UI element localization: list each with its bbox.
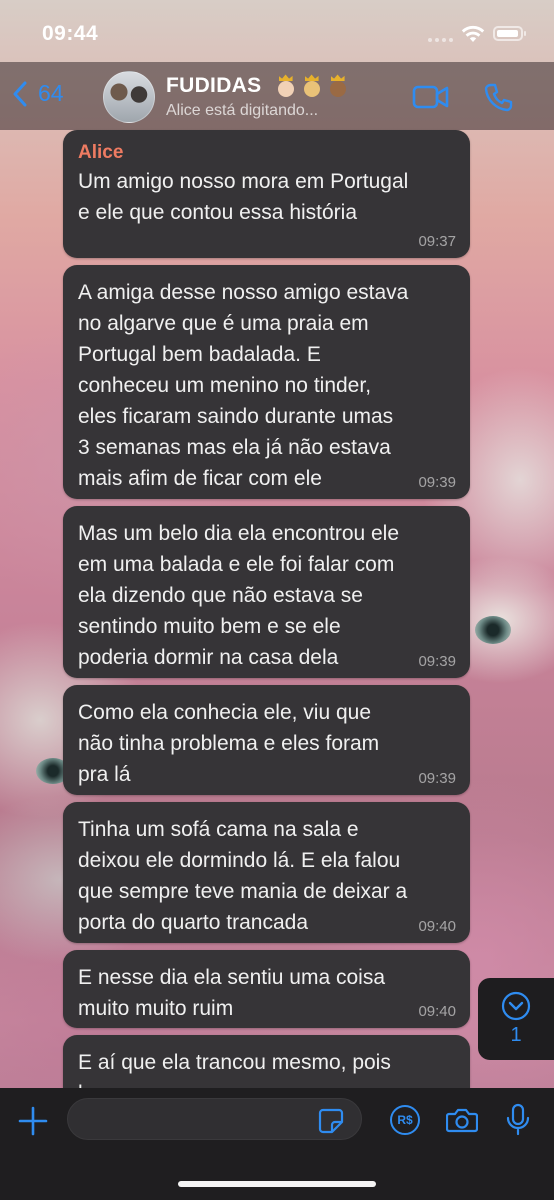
message-bubble[interactable]: Tinha um sofá cama na sala e deixou ele … — [63, 802, 470, 943]
wifi-icon — [461, 25, 485, 42]
status-time: 09:44 — [42, 22, 99, 45]
home-indicator[interactable] — [178, 1181, 376, 1187]
chevron-left-icon — [13, 81, 27, 106]
group-avatar[interactable] — [103, 71, 155, 123]
message-time: 09:39 — [418, 770, 456, 787]
message-bubble[interactable]: Mas um belo dia ela encontrou ele em uma… — [63, 506, 470, 678]
group-title[interactable]: FUDIDAS — [166, 74, 348, 98]
unread-count-badge: 1 — [510, 1024, 522, 1046]
message-text: E nesse dia ela sentiu uma coisa muito m… — [78, 966, 386, 1020]
message-bubble[interactable]: Como ela conhecia ele, viu que não tinha… — [63, 685, 470, 795]
cellular-signal-icon — [428, 38, 453, 42]
microphone-icon[interactable] — [506, 1103, 530, 1137]
princess-emoji-icon — [302, 74, 322, 98]
message-bubble[interactable]: A amiga desse nosso amigo estava no alga… — [63, 265, 470, 499]
wallpaper-cat-eye — [475, 616, 511, 644]
message-time: 09:39 — [418, 653, 456, 670]
message-text: Tinha um sofá cama na sala e deixou ele … — [78, 818, 408, 934]
battery-icon — [493, 26, 526, 41]
message-time: 09:39 — [418, 474, 456, 491]
message-time: 09:40 — [418, 1003, 456, 1020]
payment-button[interactable]: R$ — [390, 1105, 420, 1135]
phone-icon[interactable] — [484, 82, 514, 112]
message-text: A amiga desse nosso amigo estava no alga… — [78, 281, 409, 490]
scroll-to-bottom-button[interactable]: 1 — [478, 978, 554, 1060]
message-text: Mas um belo dia ela encontrou ele em uma… — [78, 522, 400, 669]
back-button[interactable]: 64 — [12, 80, 64, 107]
chevron-down-circle-icon — [501, 991, 531, 1021]
plus-icon[interactable] — [18, 1106, 48, 1136]
status-bar: 09:44 — [0, 0, 554, 70]
princess-emoji-icon — [328, 74, 348, 98]
message-bubble[interactable]: E nesse dia ela sentiu uma coisa muito m… — [63, 950, 470, 1028]
message-text: Como ela conhecia ele, viu que não tinha… — [78, 701, 380, 786]
princess-emoji-icon — [276, 74, 296, 98]
camera-icon[interactable] — [446, 1107, 478, 1133]
sender-name: Alice — [78, 142, 124, 163]
group-name-text: FUDIDAS — [166, 74, 262, 97]
message-time: 09:37 — [418, 233, 456, 250]
typing-status: Alice está digitando... — [166, 102, 319, 119]
unread-chats-count: 64 — [38, 80, 64, 106]
video-call-button[interactable] — [412, 84, 450, 110]
message-time: 09:40 — [418, 918, 456, 935]
message-bubble[interactable]: Alice Um amigo nosso mora em Portugal e … — [63, 130, 470, 258]
chat-header: 64 FUDIDAS Alice está digitando... — [0, 62, 554, 130]
crown-emojis — [276, 74, 348, 98]
message-text: Um amigo nosso mora em Portugal e ele qu… — [78, 170, 409, 224]
message-input-bar: R$ — [0, 1088, 554, 1200]
sticker-icon[interactable] — [318, 1108, 344, 1134]
